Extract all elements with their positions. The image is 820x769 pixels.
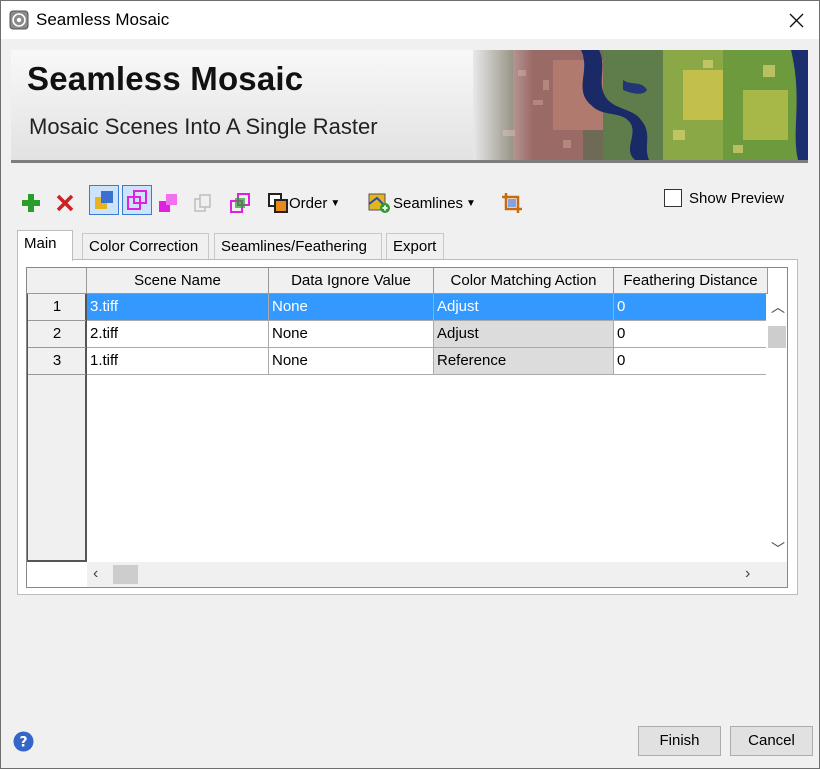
delete-x-icon [56,194,74,212]
help-icon[interactable]: ? [13,731,34,752]
copy-disabled-icon [194,194,211,212]
chevron-down-icon: ▼ [466,197,476,209]
main-tab-panel: Scene Name Data Ignore Value Color Match… [17,259,798,595]
scene-name-cell[interactable]: 1.tiff [87,348,269,375]
vertical-scrollbar[interactable]: ︿ ﹀ [766,294,787,562]
color-matching-action-cell[interactable]: Adjust [434,294,614,321]
outlines-icon [127,190,147,210]
row-number[interactable]: 2 [28,321,86,348]
chevron-down-icon[interactable]: ﹀ [771,539,785,559]
column-header-data-ignore-value[interactable]: Data Ignore Value [269,268,434,294]
column-header-color-matching-action[interactable]: Color Matching Action [434,268,614,294]
scene-table: Scene Name Data Ignore Value Color Match… [26,267,788,588]
vertical-scroll-thumb[interactable] [768,326,786,348]
toolbar: Order ▼ Seamlines ▼ Show Preview [17,185,807,221]
banner-subtitle: Mosaic Scenes Into A Single Raster [29,114,378,139]
feathering-distance-cell[interactable]: 0 [614,321,768,348]
order-icon [268,193,288,213]
crop-button[interactable] [501,187,523,219]
feathering-distance-cell[interactable]: 0 [614,348,768,375]
scene-name-cell[interactable]: 3.tiff [87,294,269,321]
app-icon [9,10,29,30]
zoom-extent-icon [230,193,250,213]
copy-scene-button [193,187,213,219]
color-matching-action-cell[interactable]: Adjust [434,321,614,348]
chevron-up-icon[interactable]: ︿ [771,297,785,317]
feathering-distance-cell[interactable]: 0 [614,294,768,321]
add-scene-button[interactable] [21,187,41,219]
chevron-left-icon[interactable]: ‹ [93,565,98,583]
tab-main[interactable]: Main [17,230,73,261]
table-row[interactable]: 1.tiff None Reference 0 [87,348,768,375]
horizontal-scroll-thumb[interactable] [113,565,138,584]
remove-scene-button[interactable] [55,187,75,219]
tab-seamlines-feathering[interactable]: Seamlines/Feathering [214,233,382,260]
seamlines-dropdown[interactable]: Seamlines ▼ [367,187,476,219]
window-title: Seamless Mosaic [36,10,170,29]
checkbox-box[interactable] [664,189,682,207]
row-number[interactable]: 1 [28,294,86,321]
stack-icon [159,194,177,212]
svg-text:?: ? [19,735,27,751]
data-ignore-value-cell[interactable]: None [269,348,434,375]
column-header-scene-name[interactable]: Scene Name [87,268,269,294]
stack-scenes-button[interactable] [157,187,179,219]
tab-export[interactable]: Export [386,233,444,260]
finish-button[interactable]: Finish [638,726,721,756]
close-button[interactable] [773,1,819,39]
tab-color-correction[interactable]: Color Correction [82,233,209,260]
scene-name-cell[interactable]: 2.tiff [87,321,269,348]
show-preview-label: Show Preview [689,189,785,207]
zoom-scenes-button[interactable] [229,187,251,219]
chevron-right-icon[interactable]: › [745,565,750,583]
column-header-feathering-distance[interactable]: Feathering Distance [614,268,768,294]
plus-icon [22,194,40,212]
table-row[interactable]: 3.tiff None Adjust 0 [87,294,768,321]
title-bar: Seamless Mosaic [1,1,819,39]
table-corner [27,268,87,294]
show-preview-checkbox[interactable]: Show Preview [664,189,784,207]
satellite-image [473,50,808,160]
table-header: Scene Name Data Ignore Value Color Match… [87,268,768,294]
color-matching-action-cell[interactable]: Reference [434,348,614,375]
row-number[interactable]: 3 [28,348,86,375]
seamlines-label: Seamlines [393,194,464,212]
order-label: Order [289,194,328,212]
banner: Seamless Mosaic Mosaic Scenes Into A Sin… [11,50,808,163]
order-dropdown[interactable]: Order ▼ [267,187,340,219]
close-icon [789,13,804,28]
view-outlines-button[interactable] [122,185,152,215]
banner-title: Seamless Mosaic [27,60,304,97]
dialog-window: Seamless Mosaic Seamless Mosaic Mosaic S… [0,0,820,769]
row-header-column: 1 2 3 [27,294,87,562]
chevron-down-icon: ▼ [330,197,341,209]
data-ignore-value-cell[interactable]: None [269,321,434,348]
horizontal-scrollbar[interactable]: ‹ › [87,562,787,587]
data-ignore-value-cell[interactable]: None [269,294,434,321]
seamlines-icon [368,193,390,213]
cancel-button[interactable]: Cancel [730,726,813,756]
table-row[interactable]: 2.tiff None Adjust 0 [87,321,768,348]
view-footprints-button[interactable] [89,185,119,215]
crop-icon [502,193,522,213]
footprints-icon [95,191,113,209]
